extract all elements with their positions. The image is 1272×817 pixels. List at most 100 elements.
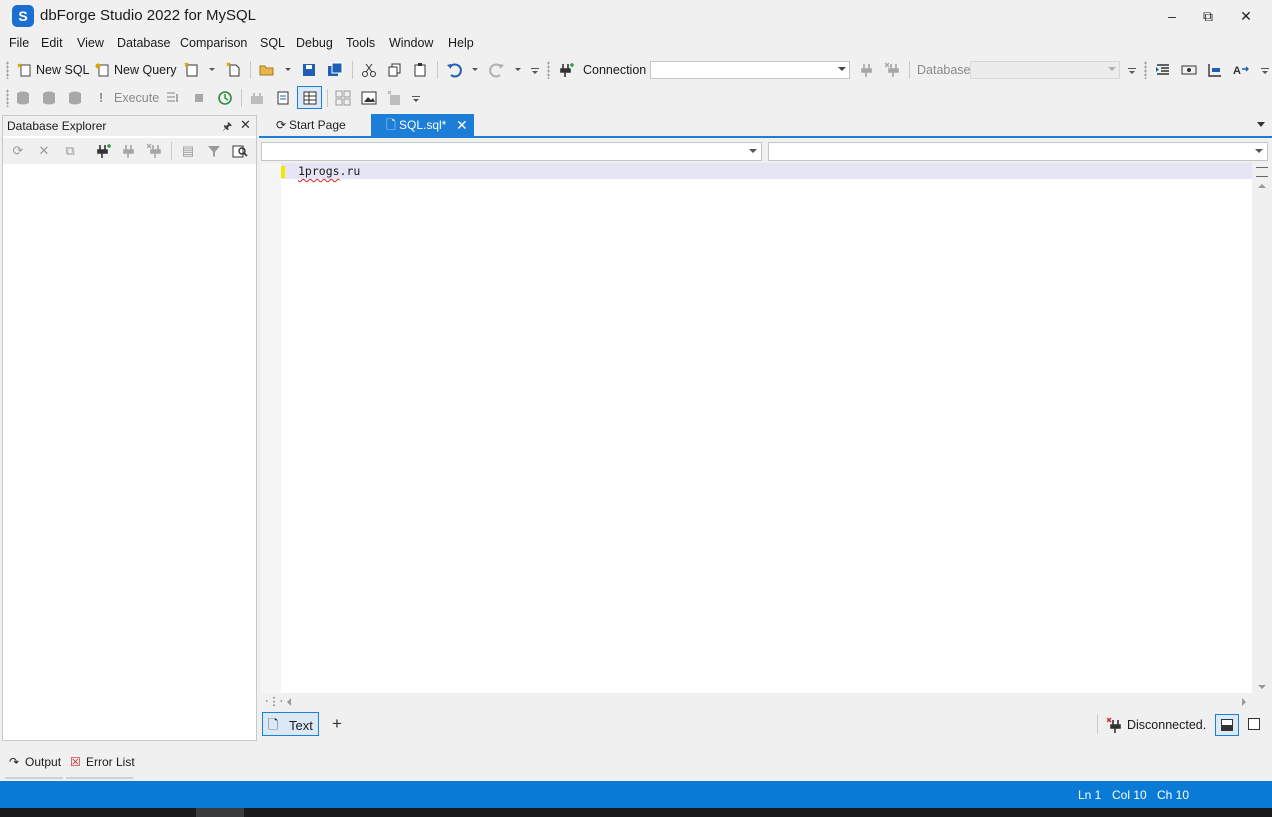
code-line[interactable]: 1progs.ru	[298, 164, 360, 178]
menu-view[interactable]: View	[77, 36, 104, 50]
split-view-icon[interactable]: ‧⋮‧	[265, 695, 283, 708]
new-connection-icon[interactable]	[95, 143, 111, 159]
text-view-icon: 🗋	[268, 717, 279, 732]
menu-file[interactable]: File	[9, 36, 29, 50]
toolbar-overflow-icon[interactable]	[412, 96, 420, 102]
stop-icon[interactable]	[191, 90, 207, 106]
new-document-dropdown-icon[interactable]	[209, 68, 215, 71]
new-query-button[interactable]: New Query	[114, 63, 177, 77]
query-profiler-icon[interactable]	[249, 90, 265, 106]
menu-help[interactable]: Help	[448, 36, 474, 50]
save-icon[interactable]	[301, 62, 317, 78]
menu-comparison[interactable]: Comparison	[180, 36, 247, 50]
menu-database[interactable]: Database	[117, 36, 171, 50]
toolbar-overflow-icon[interactable]	[1128, 68, 1136, 74]
format-case-icon[interactable]: A	[1233, 62, 1249, 78]
add-view-button[interactable]: +	[332, 714, 342, 734]
comment-icon[interactable]	[1207, 62, 1223, 78]
toolbar-overflow-icon[interactable]	[531, 68, 539, 74]
properties-icon[interactable]: ▤	[180, 143, 196, 159]
new-document-icon[interactable]	[184, 62, 200, 78]
execute-current-icon[interactable]	[165, 90, 181, 106]
tab-start-page[interactable]: ⟳ Start Page	[261, 114, 357, 136]
close-panel-icon[interactable]: ✕	[240, 117, 251, 133]
filter-icon[interactable]	[206, 143, 222, 159]
generate-script-icon[interactable]	[387, 90, 403, 106]
indent-icon[interactable]	[1155, 62, 1171, 78]
toolbar-overflow-icon[interactable]	[1261, 68, 1269, 74]
scroll-down-icon[interactable]	[1258, 685, 1266, 689]
search-objects-icon[interactable]	[232, 143, 248, 159]
tab-list-dropdown-icon[interactable]	[1257, 122, 1265, 127]
delete-icon[interactable]: ✕	[36, 143, 52, 159]
paste-icon[interactable]	[412, 62, 428, 78]
toolbar-grip[interactable]	[6, 61, 9, 79]
collapse-all-icon[interactable]: ⧉	[62, 143, 78, 159]
connect-icon[interactable]	[121, 143, 137, 159]
open-folder-icon[interactable]	[259, 62, 275, 78]
vertical-scrollbar[interactable]	[1252, 163, 1272, 693]
connect-icon[interactable]	[859, 62, 875, 78]
misspelled-word: 1progs	[298, 164, 340, 178]
split-handle-icon[interactable]	[1256, 167, 1268, 177]
layout-grid-icon[interactable]	[335, 90, 351, 106]
object-navigator-select[interactable]	[261, 142, 762, 161]
database-refresh-icon[interactable]	[41, 90, 57, 106]
database-settings-icon[interactable]	[67, 90, 83, 106]
open-dropdown-icon[interactable]	[285, 68, 291, 71]
menu-window[interactable]: Window	[389, 36, 433, 50]
tab-sql-file[interactable]: 🗋 SQL.sql* ✕	[371, 114, 474, 136]
cut-icon[interactable]	[361, 62, 377, 78]
history-icon[interactable]	[217, 90, 233, 106]
sql-editor[interactable]: 1progs.ru	[261, 163, 1272, 693]
text-view-tab[interactable]: 🗋 Text	[262, 712, 319, 736]
undo-icon[interactable]	[446, 62, 462, 78]
taskbar-active-app[interactable]	[196, 808, 244, 817]
menu-sql[interactable]: SQL	[260, 36, 285, 50]
close-tab-icon[interactable]: ✕	[456, 114, 468, 136]
menu-debug[interactable]: Debug	[296, 36, 333, 50]
undo-dropdown-icon[interactable]	[472, 68, 478, 71]
menu-tools[interactable]: Tools	[346, 36, 375, 50]
disconnect-icon[interactable]	[147, 143, 163, 159]
scroll-right-icon[interactable]	[1242, 698, 1246, 706]
output-icon: ↷	[9, 755, 20, 769]
document-area: ⟳ Start Page 🗋 SQL.sql* ✕ 1progs.ru ‧⋮‧ …	[259, 113, 1272, 741]
toolbar-grip[interactable]	[547, 61, 550, 79]
copy-icon[interactable]	[387, 62, 403, 78]
scroll-left-icon[interactable]	[287, 698, 291, 706]
close-window-button[interactable]: ✕	[1229, 4, 1263, 28]
snippet-icon[interactable]	[1181, 62, 1197, 78]
database-explorer-panel: Database Explorer 🖈 ✕ ⟳ ✕ ⧉ ▤	[2, 115, 257, 741]
disconnect-icon[interactable]	[885, 62, 901, 78]
database-select[interactable]	[970, 61, 1120, 79]
database-icon[interactable]	[15, 90, 31, 106]
editor-gutter	[261, 163, 281, 693]
chevron-down-icon	[749, 149, 757, 153]
toggle-results-button[interactable]	[297, 86, 322, 109]
save-all-icon[interactable]	[327, 62, 343, 78]
export-document-icon[interactable]	[275, 90, 291, 106]
minimize-button[interactable]: –	[1155, 4, 1189, 28]
connection-select[interactable]	[650, 61, 850, 79]
panel-header: Database Explorer 🖈 ✕	[3, 116, 256, 136]
new-sql-button[interactable]: New SQL	[36, 63, 90, 77]
toolbar-grip[interactable]	[6, 89, 9, 107]
toolbar-grip[interactable]	[1144, 61, 1147, 79]
layout-split-button[interactable]	[1215, 714, 1239, 736]
pin-icon[interactable]: 🖈	[222, 118, 232, 137]
restore-button[interactable]: ⧉	[1191, 4, 1225, 28]
tab-output[interactable]: ↷ Output	[9, 755, 61, 769]
image-icon[interactable]	[361, 90, 377, 106]
new-file-icon[interactable]	[226, 62, 242, 78]
layout-single-button[interactable]	[1243, 714, 1267, 736]
tab-error-list[interactable]: ☒ Error List	[70, 755, 135, 769]
redo-dropdown-icon[interactable]	[515, 68, 521, 71]
execute-button[interactable]: Execute	[114, 91, 159, 105]
scroll-up-icon[interactable]	[1258, 184, 1266, 188]
horizontal-scrollbar[interactable]: ‧⋮‧	[261, 693, 1252, 710]
refresh-icon[interactable]: ⟳	[10, 143, 26, 159]
member-navigator-select[interactable]	[768, 142, 1268, 161]
redo-icon[interactable]	[489, 62, 505, 78]
menu-edit[interactable]: Edit	[41, 36, 63, 50]
